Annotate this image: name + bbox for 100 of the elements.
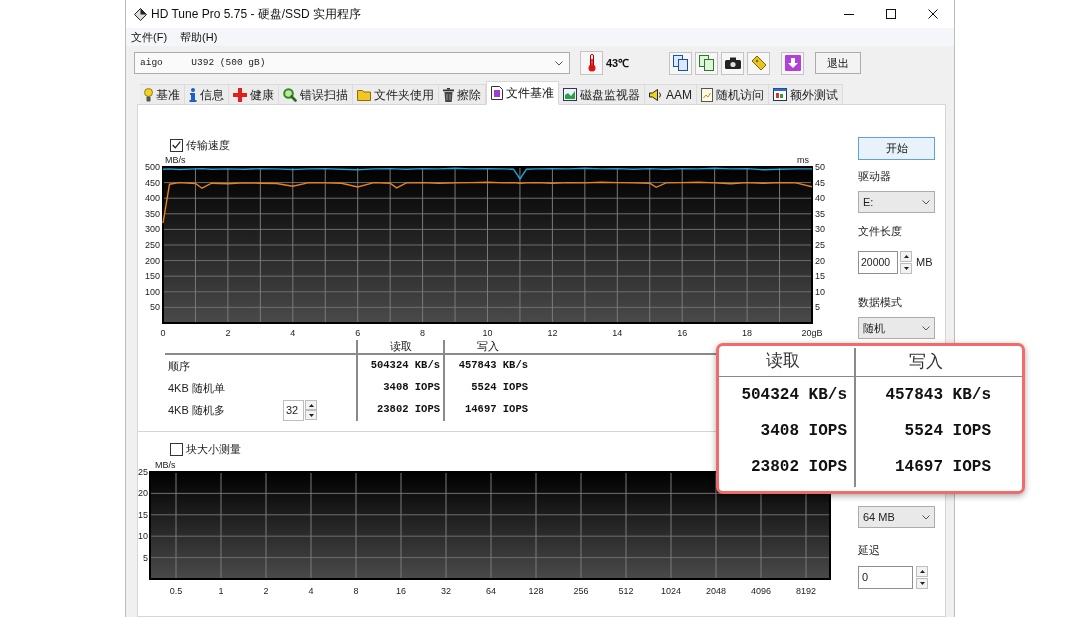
axis-tick-label: 20 xyxy=(138,488,148,499)
chevron-down-icon xyxy=(555,60,563,66)
toolbar-button[interactable] xyxy=(669,51,693,75)
table-cell-text: 504324 KB/s xyxy=(741,385,847,406)
spin-up-button[interactable] xyxy=(916,566,928,577)
table-cell-text: 23802 IOPS xyxy=(751,457,847,478)
axis-tick-label: 4 xyxy=(308,586,314,596)
tab[interactable]: 文件夹使用 xyxy=(353,84,439,104)
triangle-down-icon xyxy=(903,267,909,270)
cross-icon xyxy=(233,87,247,102)
table-cell: 5524 IOPS xyxy=(471,380,528,396)
tab[interactable]: 信息 xyxy=(185,84,229,104)
chevron-down-icon xyxy=(922,325,930,331)
axis-tick-label: 32 xyxy=(441,586,451,596)
thermometer-button[interactable] xyxy=(580,51,603,75)
tab[interactable]: 随机访问 xyxy=(697,84,769,104)
axis-title: MB/s xyxy=(165,155,186,165)
spin-down-button[interactable] xyxy=(305,410,317,420)
monitor-chart-icon xyxy=(563,88,577,101)
toolbar-button[interactable] xyxy=(721,51,745,75)
tab[interactable]: 额外测试 xyxy=(769,84,843,104)
tab[interactable]: AAM xyxy=(645,84,697,104)
spin-down-button[interactable] xyxy=(916,578,928,589)
axis-tick-label: 2048 xyxy=(706,586,726,596)
axis-tick-label: 250 xyxy=(144,240,160,250)
number-field[interactable]: 20000 xyxy=(858,251,898,274)
axis-tick-label: 6 xyxy=(355,328,361,338)
spin-up-button[interactable] xyxy=(305,400,317,410)
checkbox-label: 传输速度 xyxy=(186,138,230,152)
tab[interactable]: 健康 xyxy=(229,84,279,104)
axis-tick-label: 8 xyxy=(353,586,359,596)
lightbulb-icon xyxy=(144,87,153,102)
axis-tick-label: 256 xyxy=(573,586,589,596)
spin-down-button[interactable] xyxy=(900,263,912,274)
table-cell: 457843 KB/s xyxy=(458,358,528,374)
axis-tick-label: 10 xyxy=(815,286,825,297)
axis-tick-label: 8 xyxy=(420,328,426,338)
axis-tick-label: 500 xyxy=(144,162,160,172)
close-icon xyxy=(928,9,938,19)
tab[interactable]: 擦除 xyxy=(439,84,486,104)
axis-tick-label: 350 xyxy=(144,208,160,219)
axis-tick-label: 14 xyxy=(612,328,623,338)
camera-icon xyxy=(724,57,741,69)
dropdown-select[interactable]: 64 MB xyxy=(858,506,935,528)
axis-tick-label: 1 xyxy=(218,586,224,596)
axis-title: MB/s xyxy=(155,460,176,470)
axis-tick-label: 10 xyxy=(138,531,148,542)
checkbox-label: 块大小测量 xyxy=(186,442,241,456)
tag-icon xyxy=(750,55,767,71)
axis-tick-label: 2 xyxy=(225,328,231,338)
documents-icon xyxy=(673,55,689,71)
start-button[interactable]: 开始 xyxy=(858,137,935,160)
axis-tick-label: 30 xyxy=(815,224,825,235)
dropdown-select[interactable]: 随机 xyxy=(858,317,935,339)
field-label: 延迟 xyxy=(858,543,880,557)
checkbox[interactable] xyxy=(170,442,183,456)
table-cell-text: 457843 KB/s xyxy=(885,385,991,406)
spin-up-button[interactable] xyxy=(900,251,912,262)
axis-tick-label: 5 xyxy=(143,552,148,563)
dropdown-select[interactable]: E: xyxy=(858,191,935,213)
axis-tick-label: 400 xyxy=(144,193,160,204)
document-icon xyxy=(491,86,503,100)
axis-tick-label: 128 xyxy=(528,586,544,596)
table-cell: 23802 IOPS xyxy=(377,402,440,418)
window-chart-icon xyxy=(773,88,787,101)
triangle-up-icon xyxy=(308,403,314,407)
tab[interactable]: 基准 xyxy=(140,84,185,104)
check-icon xyxy=(172,141,181,149)
minimize-icon xyxy=(844,13,854,15)
row-label: 4KB 随机多 xyxy=(168,402,226,418)
app-icon xyxy=(134,7,147,21)
speaker-icon xyxy=(649,88,663,101)
axis-tick-label: 25 xyxy=(815,240,825,250)
axis-tick-label: 300 xyxy=(144,224,160,235)
axis-tick-label: 450 xyxy=(144,177,160,188)
number-field[interactable]: 32 xyxy=(283,399,304,421)
table-cell: 3408 IOPS xyxy=(383,380,440,396)
axis-tick-label: 1024 xyxy=(661,586,681,596)
axis-tick-label: 20gB xyxy=(801,328,823,338)
axis-tick-label: 15 xyxy=(138,509,148,520)
drive-select[interactable]: aigo U392 (500 gB) xyxy=(134,52,570,74)
table-cell-text: 14697 IOPS xyxy=(895,457,991,478)
tab[interactable]: 磁盘监视器 xyxy=(559,84,645,104)
tab[interactable]: 文件基准 xyxy=(486,81,559,105)
axis-tick-label: 0.5 xyxy=(169,586,183,596)
menu-item[interactable]: 文件(F) xyxy=(131,29,168,45)
checkbox[interactable] xyxy=(170,138,183,152)
field-label: 数据模式 xyxy=(858,295,902,309)
magnifier-icon xyxy=(283,87,297,102)
menu-item[interactable]: 帮助(H) xyxy=(180,29,218,45)
exit-button[interactable]: 退出 xyxy=(815,52,862,74)
axis-tick-label: 100 xyxy=(144,286,160,297)
unit-label: MB xyxy=(916,255,933,271)
tab[interactable]: 错误扫描 xyxy=(279,84,353,104)
axis-tick-label: 35 xyxy=(815,208,825,219)
number-field[interactable]: 0 xyxy=(858,566,913,589)
thermometer-icon xyxy=(587,54,596,72)
chevron-down-icon xyxy=(922,514,930,520)
trash-icon xyxy=(443,87,454,102)
temperature-reading: 43℃ xyxy=(606,55,630,71)
